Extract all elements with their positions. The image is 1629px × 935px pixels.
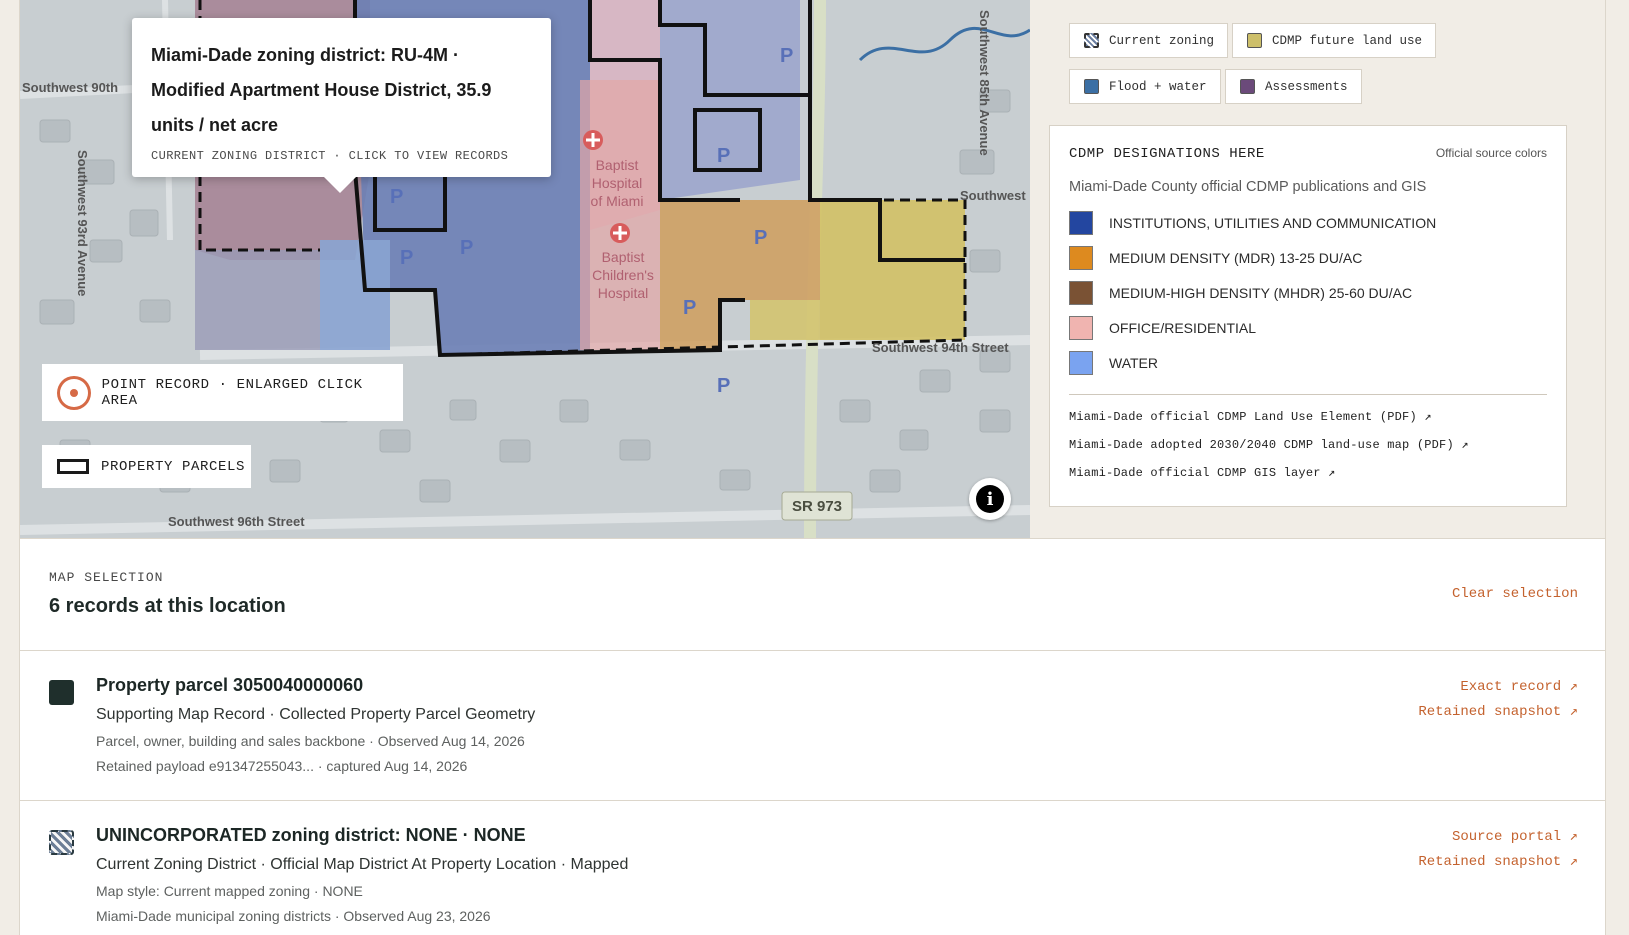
record-title: UNINCORPORATED zoning district: NONE · N… <box>96 825 526 845</box>
assessments-swatch-icon <box>1240 79 1255 94</box>
cdmp-designation-item: INSTITUTIONS, UTILITIES AND COMMUNICATIO… <box>1069 205 1547 240</box>
svg-text:P: P <box>717 375 730 397</box>
layer-assessments[interactable]: Assessments <box>1225 69 1362 104</box>
map-selection-header: MAP SELECTION 6 records at this location… <box>20 538 1605 651</box>
source-portal-link[interactable]: Source portal ↗ <box>1418 825 1578 850</box>
selection-label: MAP SELECTION <box>49 570 164 585</box>
designation-swatch <box>1069 245 1093 270</box>
selection-count: 6 records at this location <box>49 595 286 617</box>
svg-text:of Miami: of Miami <box>591 193 644 209</box>
app-frame: P P P P P P P P Southwest 90th Southwest 96th… <box>19 0 1606 935</box>
point-record-icon <box>57 375 91 410</box>
svg-text:Southwest 96th Street: Southwest 96th Street <box>168 514 305 529</box>
svg-text:P: P <box>754 227 767 249</box>
designation-swatch <box>1069 210 1093 235</box>
cdmp-designation-list: INSTITUTIONS, UTILITIES AND COMMUNICATIO… <box>1069 205 1547 380</box>
designation-swatch <box>1069 280 1093 305</box>
cdmp-link-gis-layer[interactable]: Miami-Dade official CDMP GIS layer ↗ <box>1069 465 1547 480</box>
retained-snapshot-link[interactable]: Retained snapshot ↗ <box>1418 850 1578 875</box>
cdmp-designation-item: MEDIUM-HIGH DENSITY (MHDR) 25-60 DU/AC <box>1069 275 1547 310</box>
exact-record-link[interactable]: Exact record ↗ <box>1418 675 1578 700</box>
tooltip-arrow <box>324 177 356 193</box>
layers-panel: Current zoning CDMP future land use Floo… <box>1030 0 1605 538</box>
record-type: Supporting Map Record · Collected Proper… <box>96 706 536 723</box>
svg-text:Southwest: Southwest <box>960 188 1026 203</box>
legend-point-label: POINT RECORD · ENLARGED CLICK AREA <box>101 376 363 409</box>
svg-text:Hospital: Hospital <box>598 285 649 301</box>
svg-text:Children's: Children's <box>592 267 654 283</box>
designation-label: WATER <box>1109 354 1158 371</box>
layer-cdmp-future[interactable]: CDMP future land use <box>1232 23 1437 58</box>
info-icon: i <box>976 485 1004 513</box>
layer-current-zoning[interactable]: Current zoning <box>1069 23 1229 58</box>
svg-text:Baptist: Baptist <box>596 157 639 173</box>
retained-snapshot-link[interactable]: Retained snapshot ↗ <box>1418 700 1578 725</box>
designation-swatch <box>1069 315 1093 340</box>
cdmp-designations-card: CDMP DESIGNATIONS HERE Official source c… <box>1049 125 1567 507</box>
record-source: Map style: Current mapped zoning · NONE <box>96 883 363 899</box>
cdmp-designation-item: WATER <box>1069 345 1547 380</box>
cdmp-link-land-use-map[interactable]: Miami-Dade adopted 2030/2040 CDMP land-u… <box>1069 437 1547 452</box>
svg-text:P: P <box>400 247 413 269</box>
clear-selection-button[interactable]: Clear selection <box>1452 586 1578 602</box>
svg-text:Southwest 90th: Southwest 90th <box>22 80 118 95</box>
svg-text:Southwest 85th Avenue: Southwest 85th Avenue <box>977 10 992 156</box>
layer-label: Current zoning <box>1109 33 1215 48</box>
divider <box>1069 394 1547 395</box>
flood-swatch-icon <box>1084 79 1099 94</box>
layer-flood-water[interactable]: Flood + water <box>1069 69 1221 104</box>
designation-label: OFFICE/RESIDENTIAL <box>1109 319 1257 336</box>
svg-text:Baptist: Baptist <box>602 249 645 265</box>
designation-label: MEDIUM-HIGH DENSITY (MHDR) 25-60 DU/AC <box>1109 284 1413 301</box>
designation-label: MEDIUM DENSITY (MDR) 13-25 DU/AC <box>1109 249 1363 266</box>
svg-text:P: P <box>717 145 730 167</box>
cdmp-source-colors: Official source colors <box>1435 146 1547 160</box>
legend-property-parcels: PROPERTY PARCELS <box>42 445 251 488</box>
record-row[interactable]: Property parcel 3050040000060 Supporting… <box>20 651 1605 801</box>
record-capture: Miami-Dade municipal zoning districts · … <box>96 908 491 924</box>
map-canvas[interactable]: P P P P P P P P Southwest 90th Southwest 96th… <box>20 0 1030 538</box>
legend-parcel-label: PROPERTY PARCELS <box>101 458 246 475</box>
zoning-tooltip[interactable]: Miami-Dade zoning district: RU-4M · Modi… <box>132 18 551 193</box>
svg-text:P: P <box>460 237 473 259</box>
record-source: Parcel, owner, building and sales backbo… <box>96 733 525 749</box>
record-type: Current Zoning District · Official Map D… <box>96 856 629 873</box>
cdmp-designation-item: OFFICE/RESIDENTIAL <box>1069 310 1547 345</box>
svg-text:Hospital: Hospital <box>592 175 643 191</box>
zoning-record-icon <box>49 830 74 855</box>
svg-text:Southwest 94th Street: Southwest 94th Street <box>872 340 1009 355</box>
layer-label: Assessments <box>1265 79 1348 94</box>
cdmp-description: Miami-Dade County official CDMP publicat… <box>1069 179 1427 195</box>
record-title: Property parcel 3050040000060 <box>96 675 364 695</box>
parcel-record-icon <box>49 680 74 705</box>
svg-text:P: P <box>390 186 403 208</box>
svg-text:Southwest 93rd Avenue: Southwest 93rd Avenue <box>75 150 90 296</box>
designation-label: INSTITUTIONS, UTILITIES AND COMMUNICATIO… <box>1109 214 1437 231</box>
cdmp-swatch-icon <box>1247 33 1262 48</box>
svg-text:P: P <box>683 297 696 319</box>
svg-text:P: P <box>780 45 793 67</box>
cdmp-link-land-use-element[interactable]: Miami-Dade official CDMP Land Use Elemen… <box>1069 409 1547 424</box>
record-capture: Retained payload e91347255043... · captu… <box>96 758 468 774</box>
cdmp-designation-item: MEDIUM DENSITY (MDR) 13-25 DU/AC <box>1069 240 1547 275</box>
map-info-button[interactable]: i <box>969 478 1011 520</box>
layer-label: Flood + water <box>1109 79 1207 94</box>
record-row[interactable]: UNINCORPORATED zoning district: NONE · N… <box>20 801 1605 935</box>
zoning-swatch-icon <box>1084 33 1099 48</box>
svg-text:SR 973: SR 973 <box>792 498 842 515</box>
cdmp-title: CDMP DESIGNATIONS HERE <box>1069 146 1265 162</box>
tooltip-title: Miami-Dade zoning district: RU-4M · Modi… <box>151 45 492 135</box>
parcel-outline-icon <box>57 459 89 474</box>
designation-swatch <box>1069 350 1093 375</box>
legend-point-record: POINT RECORD · ENLARGED CLICK AREA <box>42 364 403 421</box>
layer-label: CDMP future land use <box>1272 33 1423 48</box>
tooltip-subtitle: CURRENT ZONING DISTRICT · CLICK TO VIEW … <box>151 149 509 163</box>
